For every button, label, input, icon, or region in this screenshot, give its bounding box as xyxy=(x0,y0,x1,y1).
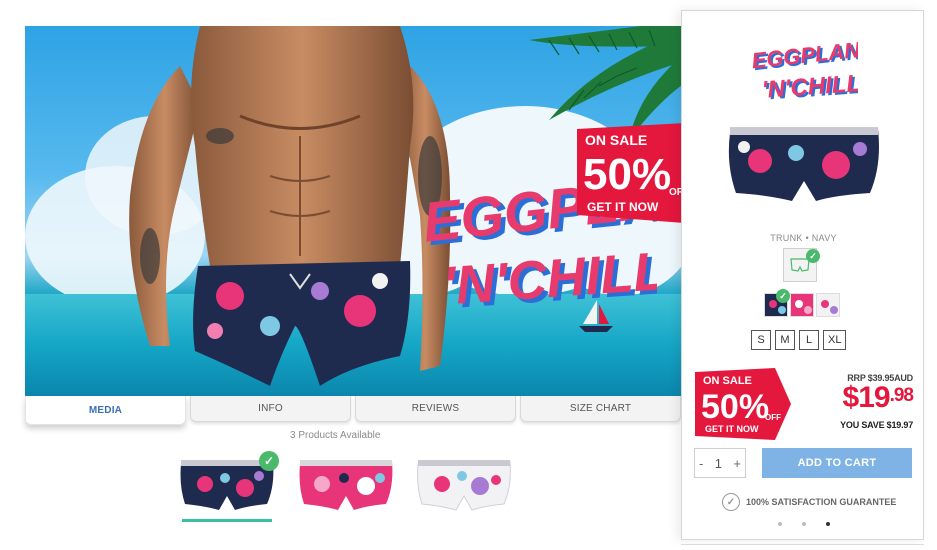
badge-on-sale-text: ON SALE xyxy=(703,375,752,387)
thumbnail-white[interactable] xyxy=(414,456,514,512)
on-sale-badge: ON SALE 50% OFF GET IT NOW xyxy=(695,368,791,440)
badge-percent-text: 50% xyxy=(701,388,769,426)
tab-size-chart[interactable]: SIZE CHART xyxy=(520,396,681,422)
carousel-dot-active[interactable] xyxy=(826,522,830,526)
price-cents: .98 xyxy=(889,385,914,406)
trunk-white-image xyxy=(417,460,511,511)
sale-price: $19.98 xyxy=(842,381,915,415)
products-available-text: 3 Products Available xyxy=(290,430,381,441)
size-option-m[interactable]: M xyxy=(775,330,795,350)
size-selector: S M L XL xyxy=(751,330,847,350)
sale-banner-badge: ON SALE 50% OFF GET IT NOW xyxy=(577,123,681,223)
size-option-s[interactable]: S xyxy=(751,330,771,350)
product-page: EGGPLA EGGPLANT 'N'CHILL 'N'CHILL ON SAL… xyxy=(0,0,937,550)
banner-off-text: OFF xyxy=(669,187,681,198)
hero-banner-image: EGGPLA EGGPLANT 'N'CHILL 'N'CHILL ON SAL… xyxy=(25,26,681,396)
price-dollars: $19 xyxy=(842,381,891,414)
banner-percent-text: 50% xyxy=(583,150,671,199)
trunk-pink-image xyxy=(299,460,393,510)
banner-on-sale-text: ON SALE xyxy=(585,132,647,148)
style-check-icon: ✓ xyxy=(806,249,820,263)
guarantee-text: 100% SATISFACTION GUARANTEE xyxy=(746,497,897,507)
variant-style-color-text: TRUNK • NAVY xyxy=(770,233,837,243)
swatch-white-icon xyxy=(817,294,839,316)
product-main-image xyxy=(728,127,879,201)
qty-decrease-button[interactable]: - xyxy=(699,456,703,471)
swatch-check-icon: ✓ xyxy=(776,289,790,303)
brand-logo: EGGPLANT EGGPLANT 'N'CHILL 'N'CHILL xyxy=(750,35,858,105)
add-to-cart-button[interactable]: ADD TO CART xyxy=(762,448,912,478)
panel-bottom-divider xyxy=(681,544,924,550)
product-purchase-panel: EGGPLANT EGGPLANT 'N'CHILL 'N'CHILL TRUN… xyxy=(681,10,924,540)
quantity-stepper: - 1 + xyxy=(694,448,746,478)
guarantee-check-icon: ✓ xyxy=(722,493,740,511)
selected-check-icon: ✓ xyxy=(259,451,279,471)
color-swatch-white[interactable] xyxy=(816,293,840,317)
size-option-l[interactable]: L xyxy=(799,330,819,350)
selected-thumbnail-underline xyxy=(182,519,272,522)
you-save-text: YOU SAVE $19.97 xyxy=(840,420,913,430)
carousel-dot[interactable] xyxy=(778,522,782,526)
qty-value[interactable]: 1 xyxy=(715,456,722,471)
color-swatch-pink[interactable] xyxy=(790,293,814,317)
banner-get-it-now-text: GET IT NOW xyxy=(587,200,659,214)
panel-logo-line1: EGGPLANT xyxy=(750,35,858,73)
carousel-dot[interactable] xyxy=(802,522,806,526)
badge-get-it-now-text: GET IT NOW xyxy=(705,424,759,434)
qty-increase-button[interactable]: + xyxy=(733,456,741,471)
tab-media[interactable]: MEDIA xyxy=(25,396,186,425)
tab-info[interactable]: INFO xyxy=(190,396,351,422)
tab-reviews[interactable]: REVIEWS xyxy=(355,396,516,422)
product-tabs: MEDIA INFO REVIEWS SIZE CHART xyxy=(25,396,681,426)
satisfaction-guarantee: ✓ 100% SATISFACTION GUARANTEE xyxy=(722,493,896,511)
swatch-pink-icon xyxy=(791,294,813,316)
size-option-xl[interactable]: XL xyxy=(823,330,847,350)
carousel-dots xyxy=(778,522,830,526)
badge-off-text: OFF xyxy=(765,413,781,422)
thumbnail-pink[interactable] xyxy=(296,456,396,512)
